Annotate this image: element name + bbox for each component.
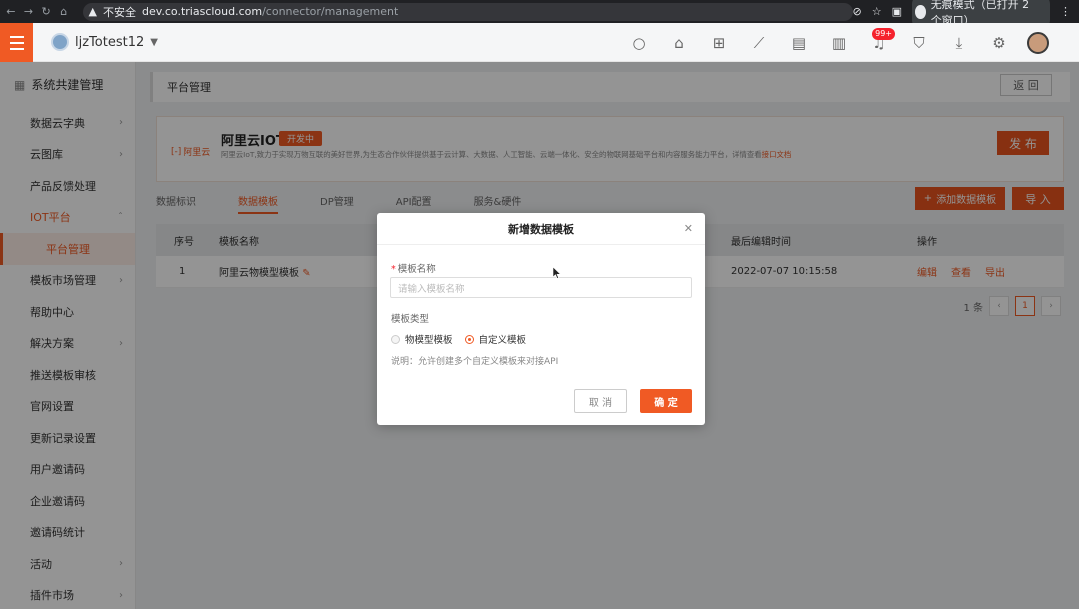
reload-icon[interactable]: ↻ bbox=[39, 5, 53, 18]
dialog-header: 新增数据模板 ✕ bbox=[377, 213, 705, 245]
template-name-label-text: 模板名称 bbox=[397, 264, 436, 275]
confirm-button[interactable]: 确 定 bbox=[640, 389, 692, 413]
security-label: 不安全 bbox=[102, 5, 136, 19]
radio-checked-icon bbox=[464, 334, 474, 344]
incognito-icon bbox=[915, 4, 926, 19]
search-icon[interactable]: ○ bbox=[619, 23, 659, 62]
required-marker: * bbox=[391, 264, 396, 275]
checklist-icon[interactable]: ▥ bbox=[819, 23, 859, 62]
dialog-title: 新增数据模板 bbox=[508, 222, 574, 236]
caret-down-icon: ▼ bbox=[150, 36, 158, 48]
template-name-placeholder: 请输入模板名称 bbox=[398, 283, 465, 295]
sidepanel-icon[interactable]: ▣ bbox=[892, 5, 902, 18]
radio-thing-model-template[interactable]: 物模型模板 bbox=[391, 332, 453, 346]
radio-circle-icon bbox=[391, 334, 400, 344]
template-type-radio-group: 物模型模板 自定义模板 bbox=[391, 332, 526, 346]
address-bar[interactable]: ▲ 不安全 dev.co.triascloud.com/connector/ma… bbox=[82, 2, 853, 21]
chart-icon[interactable]: ⟋ bbox=[739, 23, 779, 62]
url-text: dev.co.triascloud.com/connector/manageme… bbox=[141, 5, 399, 18]
radio-label: 物模型模板 bbox=[405, 335, 453, 346]
template-name-input[interactable]: 请输入模板名称 bbox=[390, 277, 692, 298]
eye-off-icon[interactable]: ⊘ bbox=[853, 5, 862, 18]
settings-icon[interactable]: ⚙ bbox=[979, 23, 1019, 62]
download-icon[interactable]: ⤓ bbox=[939, 23, 979, 62]
close-icon[interactable]: ✕ bbox=[684, 222, 693, 235]
more-menu-icon[interactable]: ⋮ bbox=[1060, 5, 1071, 18]
user-avatar[interactable] bbox=[1027, 31, 1049, 54]
template-name-label: * 模板名称 bbox=[391, 261, 436, 275]
template-type-label: 模板类型 bbox=[391, 314, 430, 325]
help-note: 说明：允许创建多个自定义模板来对接API bbox=[391, 357, 559, 367]
bell-icon[interactable]: ♫ 99+ bbox=[859, 23, 899, 62]
hamburger-menu-button[interactable] bbox=[0, 23, 33, 62]
shirt-icon[interactable]: ⛉ bbox=[899, 23, 939, 62]
new-template-dialog: 新增数据模板 ✕ * 模板名称 请输入模板名称 模板类型 物模型模板 自定义模板 … bbox=[377, 213, 705, 425]
back-arrow-icon[interactable]: ← bbox=[4, 5, 18, 18]
apps-grid-icon[interactable]: ⊞ bbox=[699, 23, 739, 62]
tenant-switcher[interactable]: ljzTotest12 ▼ bbox=[51, 33, 158, 51]
document-icon[interactable]: ▤ bbox=[779, 23, 819, 62]
radio-custom-template[interactable]: 自定义模板 bbox=[464, 332, 527, 346]
star-icon[interactable]: ☆ bbox=[872, 5, 882, 18]
home-icon[interactable]: ⌂ bbox=[659, 23, 699, 62]
tenant-name: ljzTotest12 bbox=[75, 34, 145, 50]
warning-icon: ▲ bbox=[88, 5, 97, 18]
cancel-button[interactable]: 取 消 bbox=[574, 389, 627, 413]
home-icon[interactable]: ⌂ bbox=[57, 5, 71, 18]
notification-badge: 99+ bbox=[872, 28, 895, 40]
tenant-logo-icon bbox=[51, 33, 69, 51]
forward-arrow-icon[interactable]: → bbox=[22, 5, 36, 18]
radio-label: 自定义模板 bbox=[478, 335, 527, 346]
browser-toolbar: ← → ↻ ⌂ ▲ 不安全 dev.co.triascloud.com/conn… bbox=[0, 0, 1079, 29]
app-header: ljzTotest12 ▼ ○ ⌂ ⊞ ⟋ ▤ ▥ ♫ 99+ ⛉ ⤓ ⚙ bbox=[0, 23, 1079, 62]
mouse-cursor-icon bbox=[553, 267, 561, 279]
